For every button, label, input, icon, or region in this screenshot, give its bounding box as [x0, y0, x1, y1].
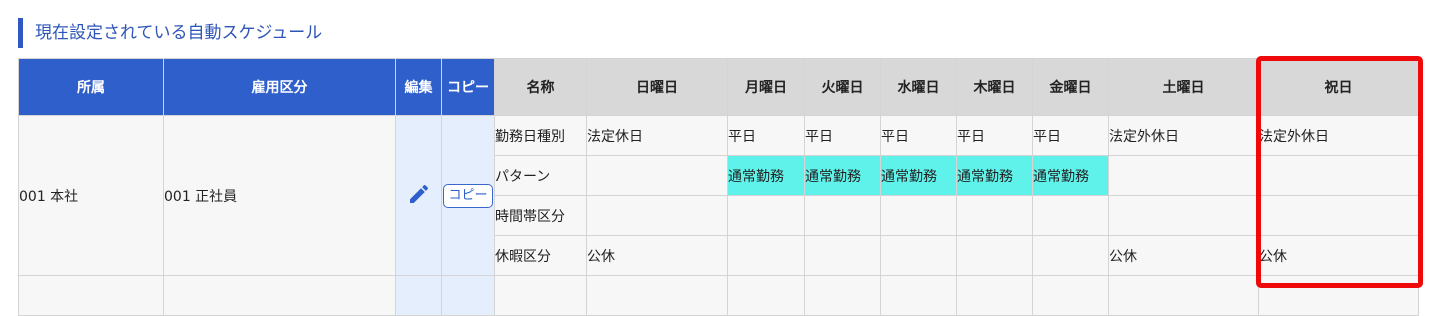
cell-mon [727, 235, 805, 276]
header-mon: 月曜日 [727, 58, 805, 116]
cell-sun: 法定休日 [586, 115, 728, 156]
cell-thu: 平日 [956, 115, 1033, 156]
edit-cell [395, 115, 442, 276]
row-name: パターン [494, 155, 587, 196]
cell-tue [804, 235, 881, 276]
cell-holiday [1258, 155, 1419, 196]
cell-wed: 平日 [880, 115, 957, 156]
cell-holiday: 法定外休日 [1258, 115, 1419, 156]
copy-button[interactable]: コピー [443, 183, 493, 208]
cell-sat [1108, 195, 1259, 236]
cell-sun: 公休 [586, 235, 728, 276]
cell-thu [956, 235, 1033, 276]
row-name: 時間帯区分 [494, 195, 587, 236]
header-row: 所属 雇用区分 編集 コピー 名称 日曜日 月曜日 火曜日 水曜日 木曜日 金曜… [18, 58, 1419, 116]
next-cell [880, 275, 957, 316]
header-tue: 火曜日 [804, 58, 881, 116]
cell-sun [586, 155, 728, 196]
cell-tue [804, 195, 881, 236]
cell-fri [1032, 195, 1109, 236]
next-cell [804, 275, 881, 316]
row-name: 休暇区分 [494, 235, 587, 276]
table-row: 001 本社 001 正社員 コピー 勤務日種別 法定休日 平日 平日 平日 平… [18, 115, 1419, 276]
header-sun: 日曜日 [586, 58, 728, 116]
schedule-table: 所属 雇用区分 編集 コピー 名称 日曜日 月曜日 火曜日 水曜日 木曜日 金曜… [18, 58, 1419, 316]
cell-mon [727, 195, 805, 236]
header-edit: 編集 [395, 58, 442, 116]
next-row-partial [18, 275, 1419, 316]
cell-fri [1032, 235, 1109, 276]
next-copy-cell [441, 275, 495, 316]
cell-sat: 公休 [1108, 235, 1259, 276]
next-employment-cell [163, 275, 396, 316]
next-cell [1032, 275, 1109, 316]
next-cell [1258, 275, 1419, 316]
employment-cell: 001 正社員 [163, 115, 396, 276]
row-name: 勤務日種別 [494, 115, 587, 156]
next-cell [727, 275, 805, 316]
cell-sat: 法定外休日 [1108, 115, 1259, 156]
next-edit-cell [395, 275, 442, 316]
header-affiliation: 所属 [18, 58, 164, 116]
header-fri: 金曜日 [1032, 58, 1109, 116]
header-sat: 土曜日 [1108, 58, 1259, 116]
cell-thu [956, 195, 1033, 236]
next-name-cell [494, 275, 587, 316]
cell-tue: 通常勤務 [804, 155, 881, 196]
next-cell [956, 275, 1033, 316]
section-title: 現在設定されている自動スケジュール [18, 18, 322, 48]
header-name: 名称 [494, 58, 587, 116]
cell-holiday: 公休 [1258, 235, 1419, 276]
cell-fri: 平日 [1032, 115, 1109, 156]
cell-tue: 平日 [804, 115, 881, 156]
cell-sun [586, 195, 728, 236]
next-cell [586, 275, 728, 316]
cell-fri: 通常勤務 [1032, 155, 1109, 196]
header-copy: コピー [441, 58, 495, 116]
pencil-icon[interactable] [407, 182, 431, 206]
cell-mon: 平日 [727, 115, 805, 156]
affiliation-cell: 001 本社 [18, 115, 164, 276]
cell-wed [880, 195, 957, 236]
header-wed: 水曜日 [880, 58, 957, 116]
header-employment: 雇用区分 [163, 58, 396, 116]
header-holiday: 祝日 [1258, 58, 1419, 116]
copy-cell: コピー [441, 115, 495, 276]
cell-wed [880, 235, 957, 276]
next-affiliation-cell [18, 275, 164, 316]
cell-holiday [1258, 195, 1419, 236]
cell-sat [1108, 155, 1259, 196]
header-thu: 木曜日 [956, 58, 1033, 116]
next-cell [1108, 275, 1259, 316]
cell-mon: 通常勤務 [727, 155, 805, 196]
cell-wed: 通常勤務 [880, 155, 957, 196]
cell-thu: 通常勤務 [956, 155, 1033, 196]
